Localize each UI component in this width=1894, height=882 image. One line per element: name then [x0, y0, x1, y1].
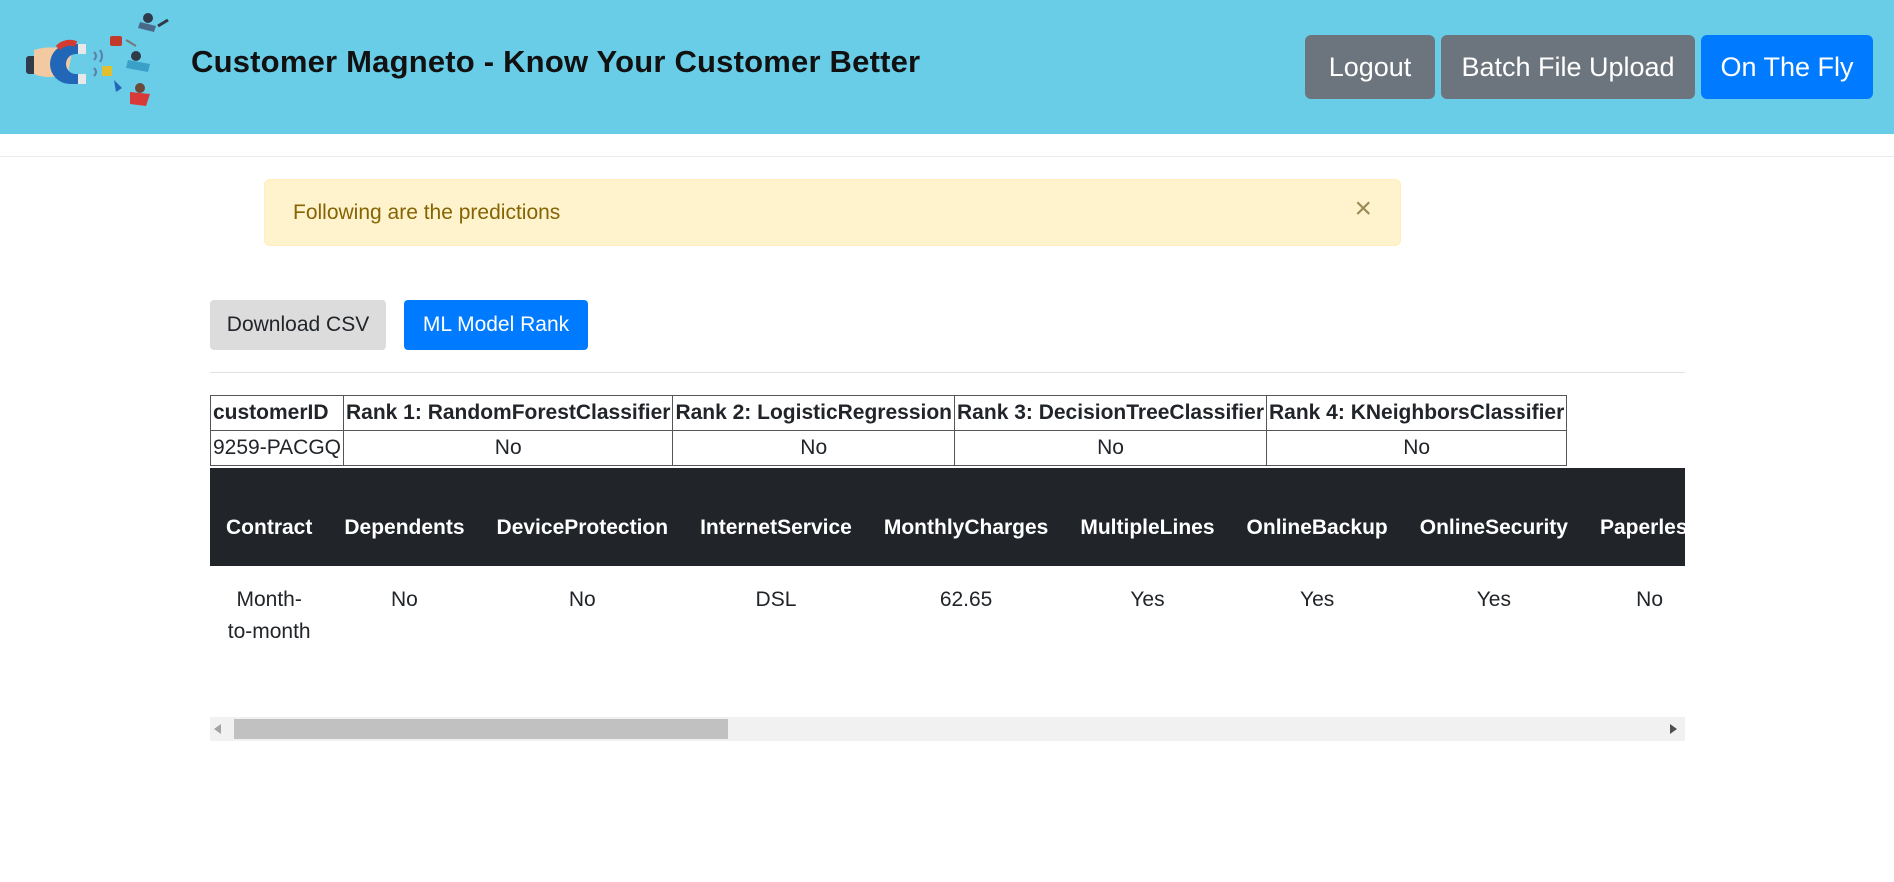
features-cell: No	[568, 588, 596, 611]
horizontal-scrollbar[interactable]	[210, 717, 1685, 741]
rank-cell: No	[1265, 430, 1568, 466]
prediction-alert: Following are the predictions ×	[264, 179, 1401, 246]
header-divider	[0, 156, 1894, 157]
alert-message: Following are the predictions	[293, 201, 561, 224]
table-row: Month-to-month No No DSL 62.65 Yes Yes Y…	[210, 566, 1685, 666]
features-cell: No	[1636, 588, 1664, 611]
rank-cell: No	[672, 430, 956, 466]
logout-button[interactable]: Logout	[1305, 35, 1435, 99]
section-divider	[210, 372, 1685, 373]
rank-cell: 9259-PACGQ	[210, 430, 344, 466]
model-rank-table: customerID Rank 1: RandomForestClassifie…	[210, 395, 1568, 466]
on-the-fly-button[interactable]: On The Fly	[1701, 35, 1873, 99]
rank-header-cell: Rank 4: KNeighborsClassifier	[1265, 395, 1568, 431]
rank-header-cell: Rank 2: LogisticRegression	[672, 395, 956, 431]
rank-header-cell: Rank 3: DecisionTreeClassifier	[954, 395, 1267, 431]
features-cell: No	[391, 588, 418, 611]
features-cell: 62.65	[939, 588, 993, 611]
rank-cell: No	[954, 430, 1267, 466]
rank-header-cell: customerID	[210, 395, 344, 431]
close-icon[interactable]: ×	[1354, 194, 1372, 224]
features-cell: Yes	[1476, 588, 1511, 611]
features-header-cell: OnlineSecurity	[1403, 468, 1584, 566]
features-header-cell: Dependents	[328, 468, 481, 566]
features-table-scroll[interactable]: Contract Dependents DeviceProtection Int…	[210, 468, 1685, 741]
features-header-cell: Contract	[210, 468, 329, 566]
scroll-right-arrow-icon[interactable]	[1670, 724, 1677, 734]
features-header-cell: InternetService	[684, 468, 868, 566]
features-table: Contract Dependents DeviceProtection Int…	[210, 468, 1685, 666]
rank-header-row: customerID Rank 1: RandomForestClassifie…	[210, 395, 1568, 431]
magnet-logo-icon	[26, 13, 169, 106]
table-row: 9259-PACGQ No No No No	[210, 430, 1568, 466]
features-cell: DSL	[755, 588, 797, 611]
features-header-cell: MultipleLines	[1064, 468, 1231, 566]
scrollbar-thumb[interactable]	[234, 719, 728, 739]
rank-header-cell: Rank 1: RandomForestClassifier	[342, 395, 674, 431]
download-csv-button[interactable]: Download CSV	[210, 300, 386, 350]
features-cell: Yes	[1300, 588, 1335, 611]
features-cell: Yes	[1130, 588, 1165, 611]
features-cell: Month-to-month	[227, 588, 311, 643]
features-header-row: Contract Dependents DeviceProtection Int…	[210, 468, 1685, 566]
ml-model-rank-button[interactable]: ML Model Rank	[404, 300, 588, 350]
scroll-left-arrow-icon[interactable]	[214, 724, 221, 734]
features-header-cell: OnlineBackup	[1230, 468, 1404, 566]
batch-file-upload-button[interactable]: Batch File Upload	[1441, 35, 1695, 99]
features-header-cell: DeviceProtection	[480, 468, 685, 566]
navbar: Customer Magneto - Know Your Customer Be…	[0, 0, 1894, 134]
features-header-cell: MonthlyCharges	[867, 468, 1065, 566]
brand-title[interactable]: Customer Magneto - Know Your Customer Be…	[191, 44, 920, 80]
features-header-cell: Paperless	[1583, 468, 1685, 566]
rank-cell: No	[342, 430, 674, 466]
